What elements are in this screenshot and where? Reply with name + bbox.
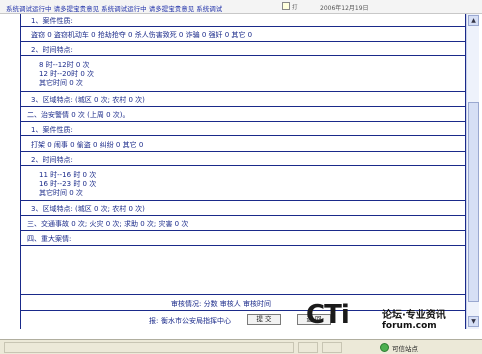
divider: [21, 121, 467, 122]
divider: [21, 200, 467, 201]
vertical-scrollbar[interactable]: ▲ ▼: [466, 14, 479, 329]
s2-case-type-heading: 1、案件性质:: [31, 126, 73, 134]
divider: [21, 135, 467, 136]
s2-case-type-values: 打架 0 闹事 0 偷盗 0 纠纷 0 其它 0: [31, 141, 144, 149]
s1-time-heading: 2、时间特点:: [31, 46, 73, 54]
divider: [21, 294, 467, 295]
divider: [21, 26, 467, 27]
divider: [21, 106, 467, 107]
divider: [21, 91, 467, 92]
status-cell: [4, 342, 294, 353]
s2-title: 二、治安警情 0 次 (上周 0 次)。: [27, 111, 130, 119]
scroll-up-icon[interactable]: ▲: [468, 15, 479, 26]
current-date: 2006年12月19日: [320, 5, 369, 12]
s2-time-heading: 2、时间特点:: [31, 156, 73, 164]
s4-title: 四、重大案情:: [27, 235, 72, 243]
divider: [21, 215, 467, 216]
divider: [21, 55, 467, 56]
print-label[interactable]: 打: [292, 3, 298, 11]
print-icon[interactable]: [282, 2, 290, 10]
brand-url: forum.com: [382, 321, 437, 331]
s3-title: 三、交通事故 0 次; 火灾 0 次; 求助 0 次; 灾害 0 次: [27, 220, 189, 228]
report-panel: 1、案件性质: 盗窃 0 盗窃机动车 0 抢劫抢夺 0 杀人伤害致死 0 诈骗 …: [20, 14, 467, 329]
top-bar: 系统调试运行中 请多提宝贵意见 系统调试运行中 请多提宝贵意见 系统调试 打 2…: [0, 0, 482, 14]
brand-tagline: 论坛·专业资讯: [382, 310, 446, 321]
status-cell: [322, 342, 342, 353]
s2-area-row: 3、区域特点: (城区 0 次; 农村 0 次): [31, 205, 145, 213]
s1-case-type-heading: 1、案件性质:: [31, 17, 73, 25]
status-cell: [298, 342, 318, 353]
brand-logo: CTi: [306, 300, 350, 330]
divider: [21, 41, 467, 42]
s2-time-row: 其它时间 0 次: [39, 189, 83, 197]
s1-case-type-values: 盗窃 0 盗窃机动车 0 抢劫抢夺 0 杀人伤害致死 0 诈骗 0 强奸 0 其…: [31, 31, 253, 39]
scroll-thumb[interactable]: [468, 102, 479, 302]
trusted-site-label: 可信站点: [392, 345, 418, 353]
divider: [21, 151, 467, 152]
marquee-text: 系统调试运行中 请多提宝贵意见 系统调试运行中 请多提宝贵意见 系统调试: [6, 5, 223, 13]
trusted-site-icon: [380, 343, 389, 352]
divider: [21, 165, 467, 166]
s1-time-row: 其它时间 0 次: [39, 79, 83, 87]
divider: [21, 230, 467, 231]
scroll-down-icon[interactable]: ▼: [468, 316, 479, 327]
status-bar: 可信站点: [0, 339, 482, 354]
divider: [21, 245, 467, 246]
s1-area-row: 3、区域特点: (城区 0 次; 农村 0 次): [31, 96, 145, 104]
submit-button[interactable]: 提 交: [247, 314, 281, 325]
